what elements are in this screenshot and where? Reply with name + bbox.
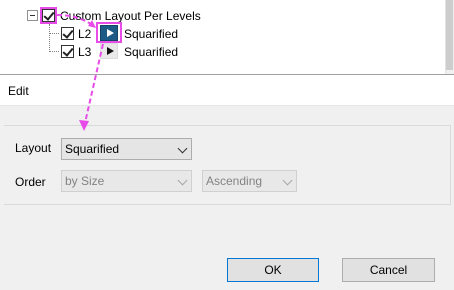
l2-label: L2 <box>78 27 92 41</box>
chevron-down-icon <box>177 175 188 186</box>
order-direction-value: Ascending <box>206 174 263 188</box>
order-direction-dropdown[interactable]: Ascending <box>202 170 297 192</box>
order-by-value: by Size <box>65 174 105 188</box>
chevron-down-icon <box>282 175 293 186</box>
layout-dropdown-value: Squarified <box>65 142 120 156</box>
order-label: Order <box>15 175 46 189</box>
l2-checkbox[interactable] <box>61 27 74 40</box>
order-by-dropdown[interactable]: by Size <box>61 170 192 192</box>
tree-scrollbar-thumb[interactable] <box>446 0 453 70</box>
collapse-icon[interactable] <box>27 10 38 21</box>
cancel-button[interactable]: Cancel <box>342 258 435 282</box>
settings-panel <box>4 125 451 205</box>
dialog-titlebar: Edit <box>0 75 454 106</box>
l2-layout-value: Squarified <box>124 27 179 41</box>
l3-layout-value: Squarified <box>124 45 179 59</box>
play-icon[interactable] <box>100 43 118 59</box>
root-label: Custom Layout Per Levels <box>60 9 201 23</box>
layout-dropdown[interactable]: Squarified <box>61 138 192 160</box>
ok-button[interactable]: OK <box>227 258 319 282</box>
play-button-highlight <box>96 22 122 43</box>
tree-connector-l2 <box>50 33 59 34</box>
chevron-down-icon <box>177 143 188 154</box>
tree-connector-vertical <box>49 24 50 52</box>
dialog-title: Edit <box>8 84 29 98</box>
checkbox-highlight <box>40 7 57 24</box>
layout-label: Layout <box>15 141 52 155</box>
l3-label: L3 <box>78 45 92 59</box>
tree-connector-l3 <box>50 51 59 52</box>
l3-checkbox[interactable] <box>61 45 74 58</box>
